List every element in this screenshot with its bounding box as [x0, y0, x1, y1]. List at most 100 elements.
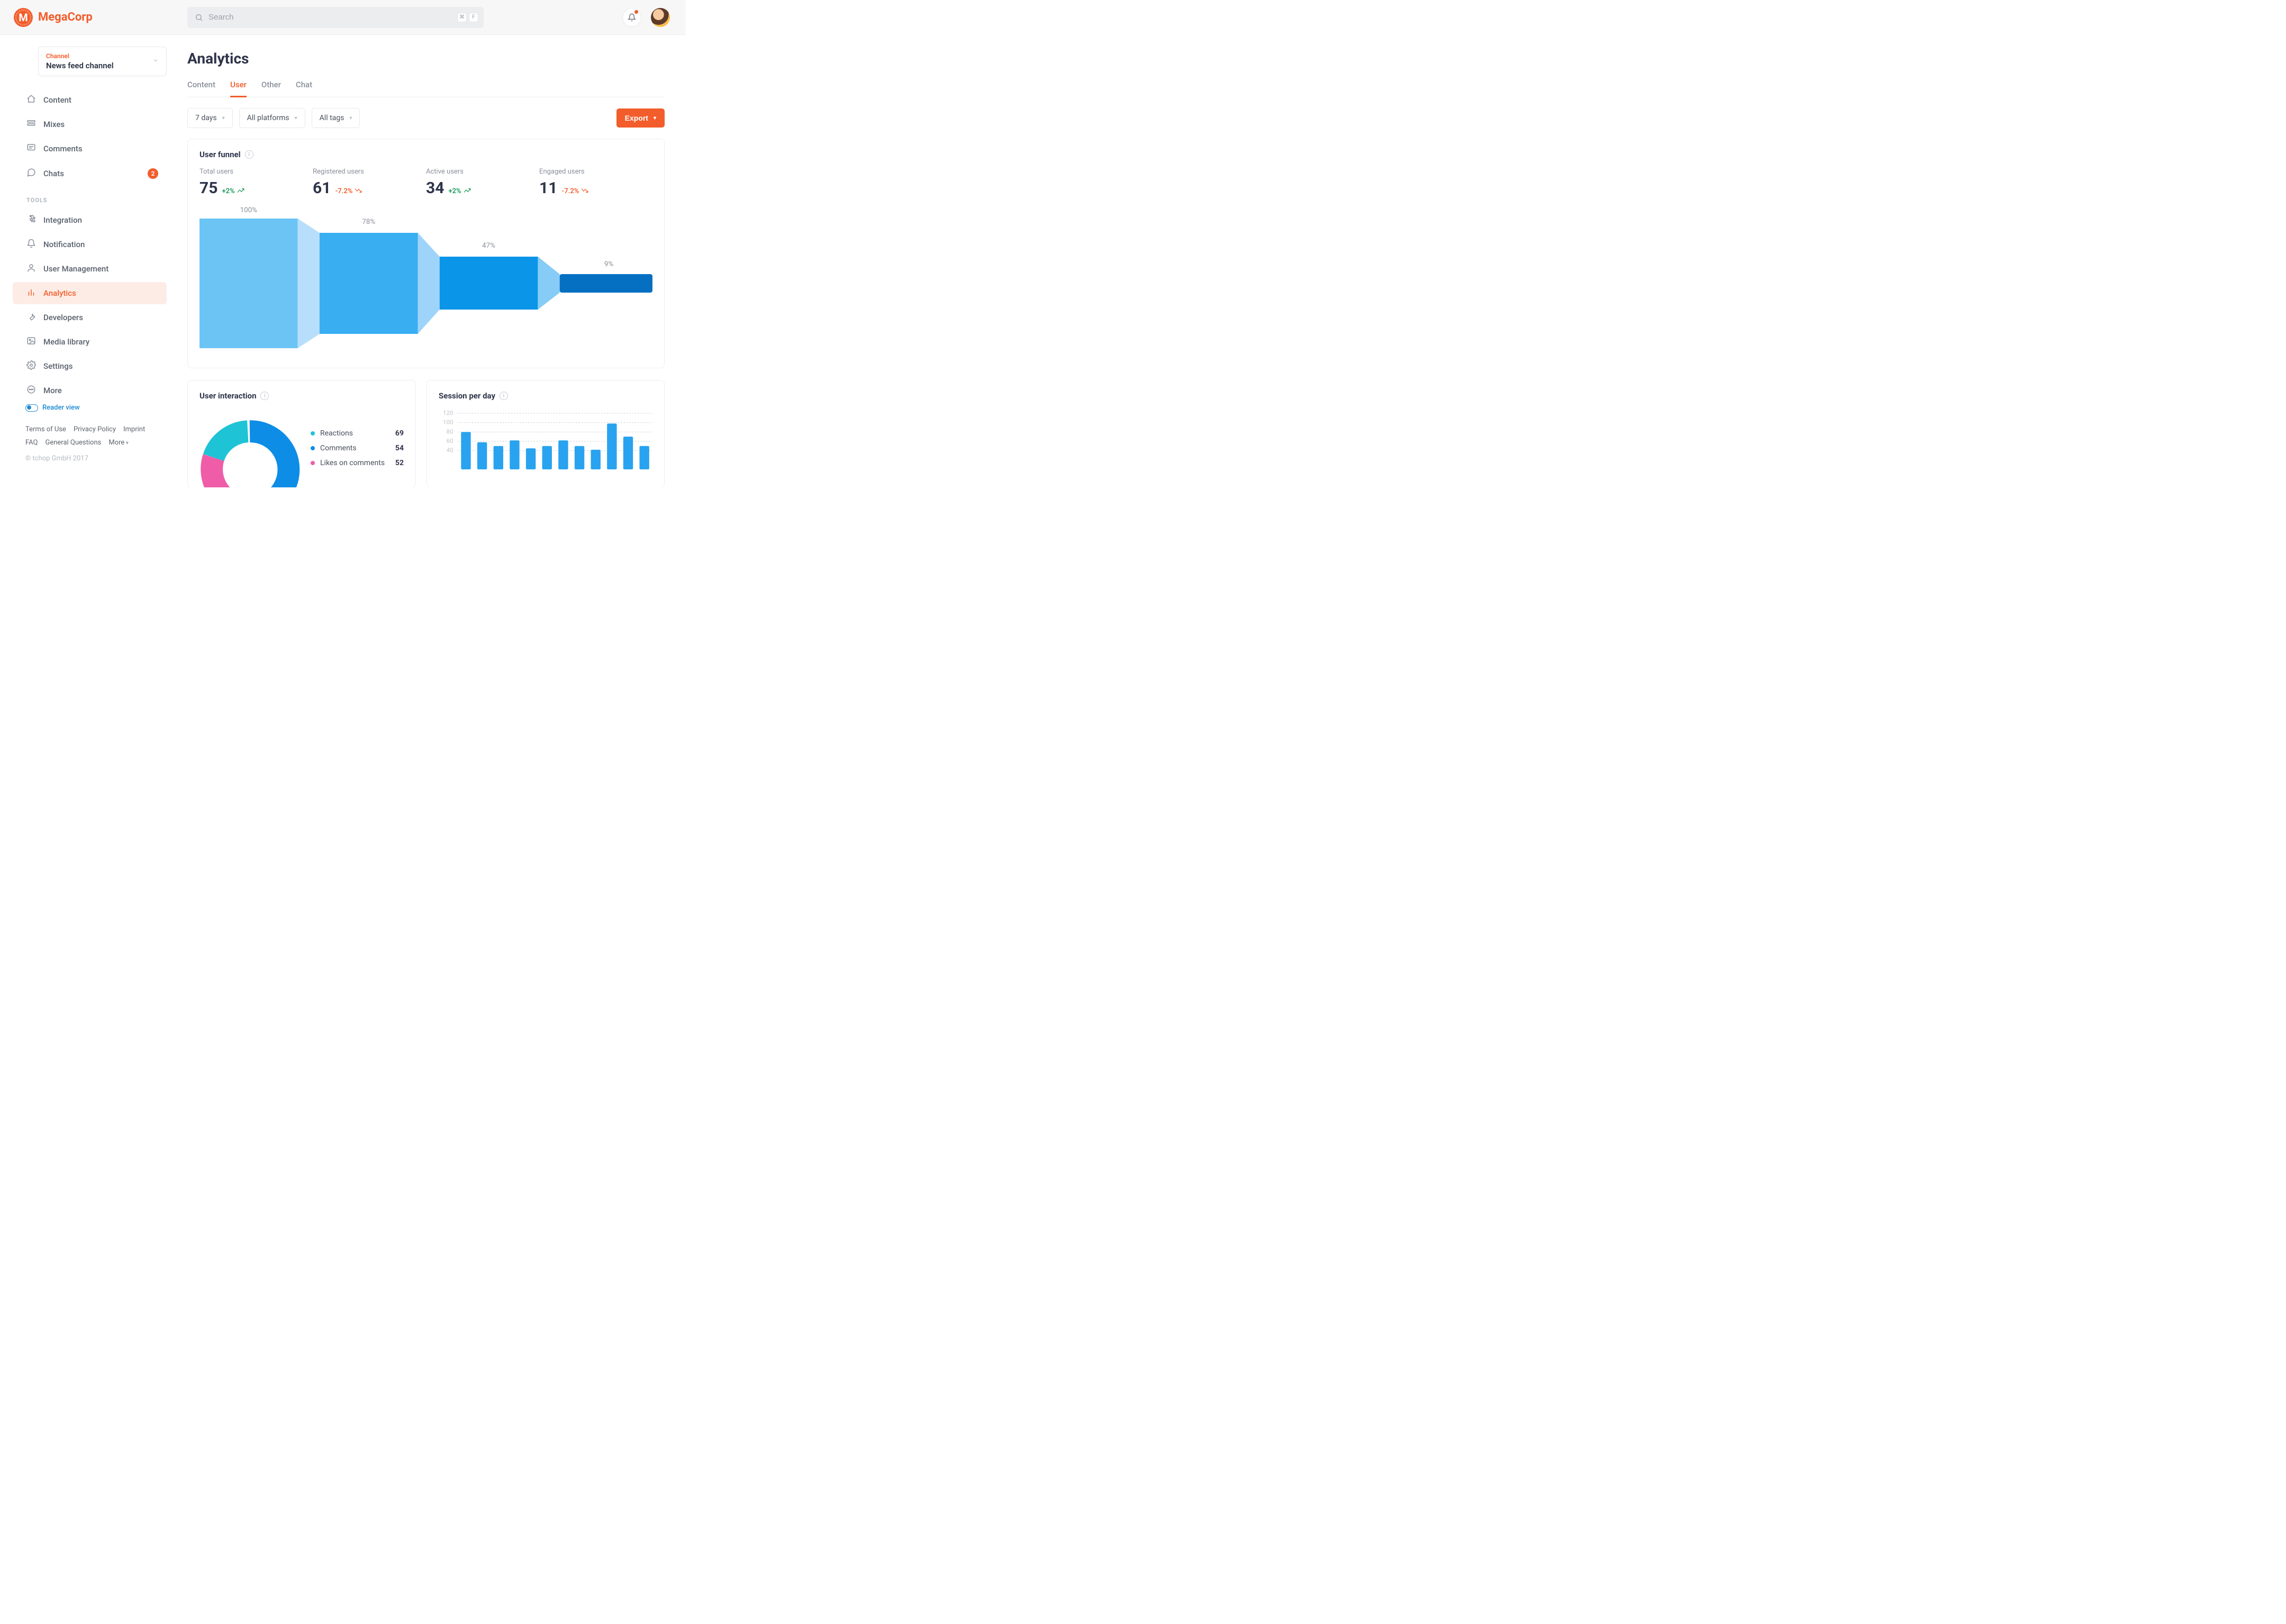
sidebar-item-mixes[interactable]: Mixes	[13, 113, 167, 135]
svg-text:9%: 9%	[604, 260, 614, 268]
tab-chat[interactable]: Chat	[296, 80, 312, 97]
svg-text:100: 100	[443, 419, 453, 426]
sidebar-item-chats[interactable]: Chats2	[13, 162, 167, 185]
tab-user[interactable]: User	[230, 80, 247, 97]
rows-icon	[26, 119, 36, 130]
legend-value: 52	[395, 459, 404, 467]
brand[interactable]: M MegaCorp	[14, 8, 187, 27]
interaction-title: User interaction	[199, 391, 256, 401]
search-input[interactable]	[208, 13, 452, 22]
main: Analytics Content User Other Chat 7 days▾ A…	[187, 35, 686, 487]
sidebar-item-content[interactable]: Content	[13, 89, 167, 111]
session-bar	[607, 423, 616, 469]
stat-label: Registered users	[313, 168, 426, 176]
chevron-down-icon: ▾	[654, 115, 656, 121]
search-icon	[195, 13, 203, 22]
trend-down-icon	[581, 187, 588, 195]
gear-icon	[26, 360, 36, 372]
sidebar-item-label: User Management	[43, 264, 108, 274]
svg-text:40: 40	[446, 447, 453, 454]
bell-icon	[628, 13, 636, 22]
user-avatar[interactable]	[651, 8, 670, 27]
stat-label: Active users	[426, 168, 539, 176]
sidebar-item-label: Content	[43, 95, 71, 105]
legend-dot-icon	[311, 431, 315, 436]
sidebar-item-settings[interactable]: Settings	[13, 355, 167, 377]
info-icon[interactable]: i	[500, 392, 508, 400]
session-bar	[526, 448, 536, 469]
channel-picker-label: Channel	[46, 52, 159, 60]
chat-icon	[26, 168, 36, 179]
svg-text:47%: 47%	[482, 242, 495, 250]
filter-range[interactable]: 7 days▾	[187, 108, 233, 128]
footer-link[interactable]: FAQ	[25, 439, 38, 447]
chevron-down-icon: ▾	[349, 115, 352, 121]
stat-value: 61	[313, 179, 331, 197]
channel-picker[interactable]: Channel News feed channel	[38, 47, 167, 76]
footer-links: Terms of Use Privacy Policy Imprint FAQ Gene…	[25, 423, 167, 449]
brand-name: MegaCorp	[38, 11, 93, 24]
sidebar-item-media-library[interactable]: Media library	[13, 331, 167, 353]
sidebar-item-label: Media library	[43, 337, 89, 347]
legend-row: Comments54	[311, 444, 404, 452]
filter-tags[interactable]: All tags▾	[312, 108, 360, 128]
stat-delta: -7.2%	[335, 187, 362, 195]
footer-link[interactable]: Privacy Policy	[74, 425, 116, 433]
stat-value: 11	[539, 179, 557, 197]
session-chart: 120100806040	[427, 409, 664, 471]
search-input-wrapper[interactable]: ⌘ F	[187, 7, 484, 28]
chevron-down-icon: ▾	[295, 115, 297, 121]
session-bar	[591, 450, 601, 469]
nav-tools: Integration Notification User Management An…	[13, 209, 167, 404]
nav-main: Content Mixes Comments Chats2	[13, 89, 167, 187]
footer-link[interactable]: Terms of Use	[25, 425, 66, 433]
funnel-title: User funnel	[199, 150, 241, 159]
funnel-chart: 100% 78% 47% 9%	[188, 203, 664, 368]
session-card: Session per day i 120100806040	[427, 380, 665, 487]
session-bar	[639, 446, 649, 469]
puzzle-icon	[26, 214, 36, 226]
sidebar-item-analytics[interactable]: Analytics	[13, 282, 167, 304]
sidebar-item-label: Integration	[43, 215, 82, 225]
sidebar-item-notification[interactable]: Notification	[13, 233, 167, 256]
sidebar-item-integration[interactable]: Integration	[13, 209, 167, 231]
sidebar-item-label: Chats	[43, 169, 64, 178]
footer-link[interactable]: General Questions	[45, 439, 101, 447]
sidebar-item-developers[interactable]: Developers	[13, 306, 167, 329]
info-icon[interactable]: i	[245, 150, 253, 159]
stat-value: 34	[426, 179, 444, 197]
svg-text:78%: 78%	[362, 218, 375, 226]
session-bar	[623, 437, 633, 469]
footer-more[interactable]: More	[108, 439, 128, 447]
filter-platform[interactable]: All platforms▾	[239, 108, 305, 128]
sidebar-item-label: Comments	[43, 144, 83, 153]
session-bar	[558, 440, 568, 469]
tab-content[interactable]: Content	[187, 80, 215, 97]
export-button[interactable]: Export▾	[616, 108, 665, 128]
notification-dot-icon	[634, 10, 638, 14]
user-icon	[26, 263, 36, 275]
brand-logo-icon: M	[14, 8, 33, 27]
page-title: Analytics	[187, 50, 665, 67]
sidebar-item-more[interactable]: More	[13, 379, 167, 402]
sidebar-item-comments[interactable]: Comments	[13, 138, 167, 160]
funnel-stats: Total users75+2% Registered users 61 -7.2%…	[188, 168, 664, 203]
bell-icon	[26, 239, 36, 250]
notifications-button[interactable]	[622, 8, 641, 27]
search-shortcut: ⌘ F	[457, 13, 478, 22]
info-icon[interactable]: i	[260, 392, 269, 400]
tab-other[interactable]: Other	[261, 80, 281, 97]
tabs: Content User Other Chat	[187, 80, 665, 97]
footer-link[interactable]: Imprint	[123, 425, 145, 433]
session-bar	[461, 432, 470, 469]
session-bar	[542, 446, 552, 469]
copyright: © tchop GmbH 2017	[25, 455, 167, 462]
legend-name: Reactions	[320, 429, 390, 438]
sidebar-item-user-management[interactable]: User Management	[13, 258, 167, 280]
svg-text:120: 120	[443, 409, 453, 416]
reader-view-toggle[interactable]: Reader view	[25, 404, 167, 412]
sidebar-item-label: Settings	[43, 361, 73, 371]
legend-dot-icon	[311, 461, 315, 465]
stat-value: 75	[199, 179, 217, 197]
funnel-stat: Total users75+2%	[199, 168, 313, 197]
